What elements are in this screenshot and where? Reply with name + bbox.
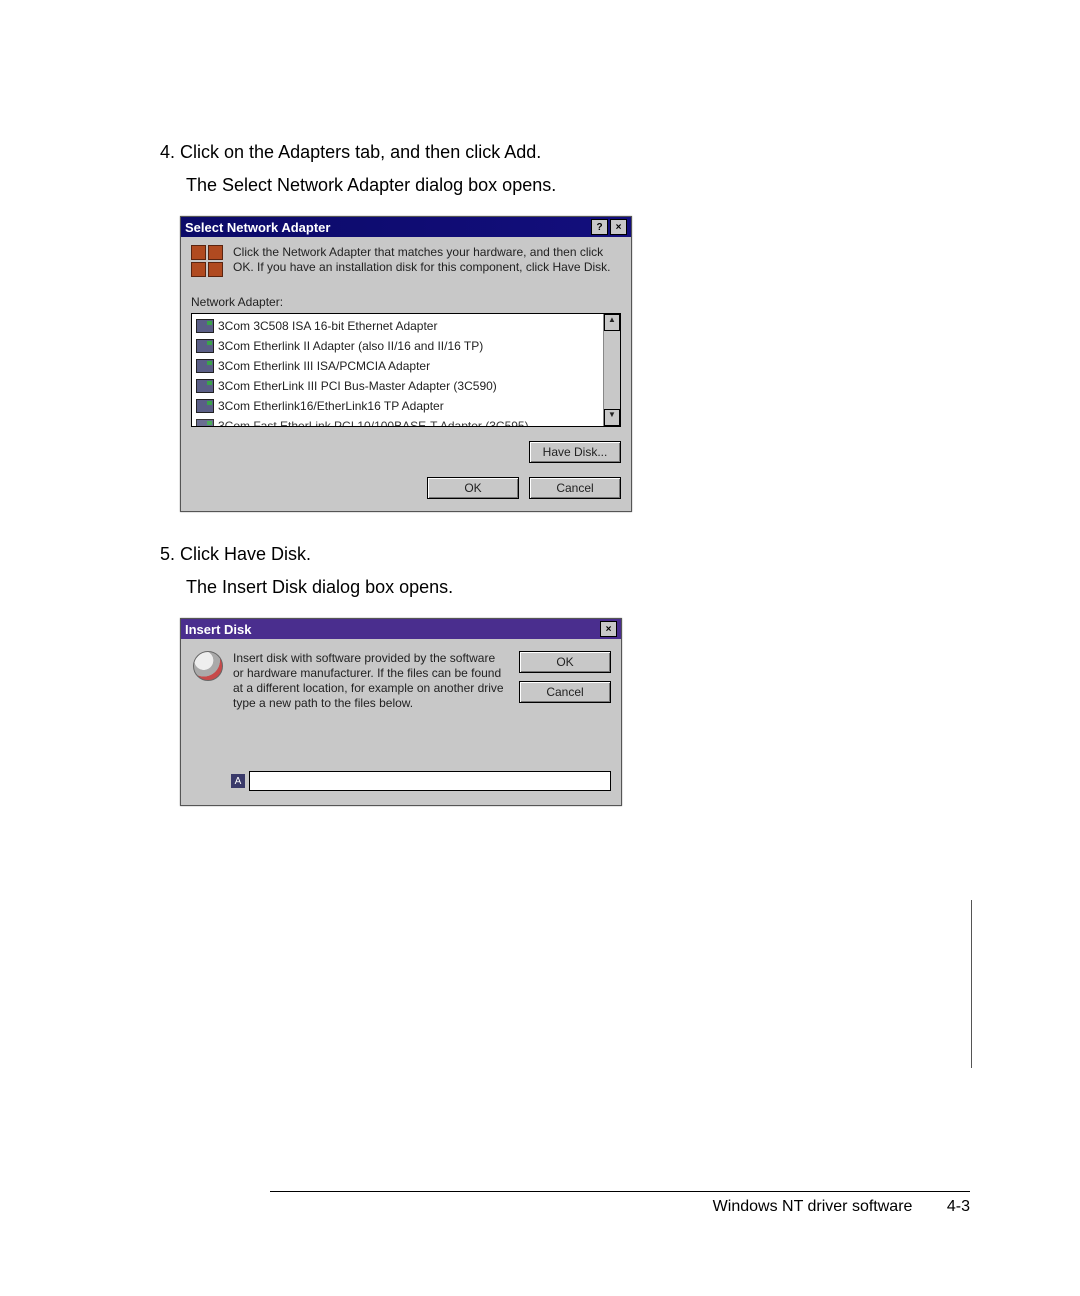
step-4: 4. Click on the Adapters tab, and then c… (160, 140, 960, 165)
adapter-icon (196, 419, 214, 427)
close-button[interactable]: × (610, 219, 627, 235)
vertical-scrollbar[interactable]: ▲ ▼ (603, 314, 620, 426)
cancel-button[interactable]: Cancel (519, 681, 611, 703)
list-item-label: 3Com EtherLink III PCI Bus-Master Adapte… (218, 379, 497, 393)
list-item[interactable]: 3Com EtherLink III PCI Bus-Master Adapte… (196, 376, 620, 396)
adapter-icon (196, 339, 214, 353)
select-network-adapter-dialog: Select Network Adapter ? × Click the Net… (180, 216, 632, 512)
step-4-explain: The Select Network Adapter dialog box op… (186, 175, 960, 196)
scroll-down-button[interactable]: ▼ (604, 409, 620, 426)
step-5-explain: The Insert Disk dialog box opens. (186, 577, 960, 598)
dialog-title: Insert Disk (185, 622, 598, 637)
list-item[interactable]: 3Com 3C508 ISA 16-bit Ethernet Adapter (196, 316, 620, 336)
ok-button[interactable]: OK (427, 477, 519, 499)
footer-text: Windows NT driver software (713, 1198, 913, 1215)
drive-a-icon: A (231, 774, 245, 788)
adapter-icon (196, 379, 214, 393)
help-button[interactable]: ? (591, 219, 608, 235)
page-footer: Windows NT driver software 4-3 (270, 1191, 970, 1216)
page-number: 4-3 (947, 1198, 970, 1216)
list-label: Network Adapter: (191, 295, 621, 309)
disk-icon (193, 651, 223, 681)
path-input[interactable] (249, 771, 611, 791)
dialog-description: Click the Network Adapter that matches y… (233, 245, 621, 275)
insert-disk-dialog: Insert Disk × Insert disk with software … (180, 618, 622, 806)
dialog-titlebar: Select Network Adapter ? × (181, 217, 631, 237)
list-item[interactable]: 3Com Etherlink16/EtherLink16 TP Adapter (196, 396, 620, 416)
manual-page: 4. Click on the Adapters tab, and then c… (0, 0, 1080, 1296)
list-item-label: 3Com Fast EtherLink PCI 10/100BASE-T Ada… (218, 419, 529, 427)
list-item-label: 3Com Etherlink III ISA/PCMCIA Adapter (218, 359, 430, 373)
list-item[interactable]: 3Com Etherlink II Adapter (also II/16 an… (196, 336, 620, 356)
list-item[interactable]: 3Com Fast EtherLink PCI 10/100BASE-T Ada… (196, 416, 620, 427)
dialog-body: Click the Network Adapter that matches y… (181, 237, 631, 511)
dialog-title: Select Network Adapter (185, 220, 589, 235)
step-5: 5. Click Have Disk. (160, 542, 960, 567)
network-adapter-icon (191, 245, 223, 277)
close-button[interactable]: × (600, 621, 617, 637)
ok-button[interactable]: OK (519, 651, 611, 673)
list-item-label: 3Com Etherlink16/EtherLink16 TP Adapter (218, 399, 444, 413)
adapter-listbox[interactable]: 3Com 3C508 ISA 16-bit Ethernet Adapter 3… (191, 313, 621, 427)
cancel-button[interactable]: Cancel (529, 477, 621, 499)
adapter-icon (196, 319, 214, 333)
page-rule (971, 900, 972, 1068)
dialog-titlebar: Insert Disk × (181, 619, 621, 639)
have-disk-button[interactable]: Have Disk... (529, 441, 621, 463)
list-item-label: 3Com Etherlink II Adapter (also II/16 an… (218, 339, 483, 353)
list-item-label: 3Com 3C508 ISA 16-bit Ethernet Adapter (218, 319, 437, 333)
adapter-icon (196, 359, 214, 373)
dialog-message: Insert disk with software provided by th… (233, 651, 509, 711)
adapter-icon (196, 399, 214, 413)
dialog-body: Insert disk with software provided by th… (181, 639, 621, 805)
list-item[interactable]: 3Com Etherlink III ISA/PCMCIA Adapter (196, 356, 620, 376)
scroll-up-button[interactable]: ▲ (604, 314, 620, 331)
